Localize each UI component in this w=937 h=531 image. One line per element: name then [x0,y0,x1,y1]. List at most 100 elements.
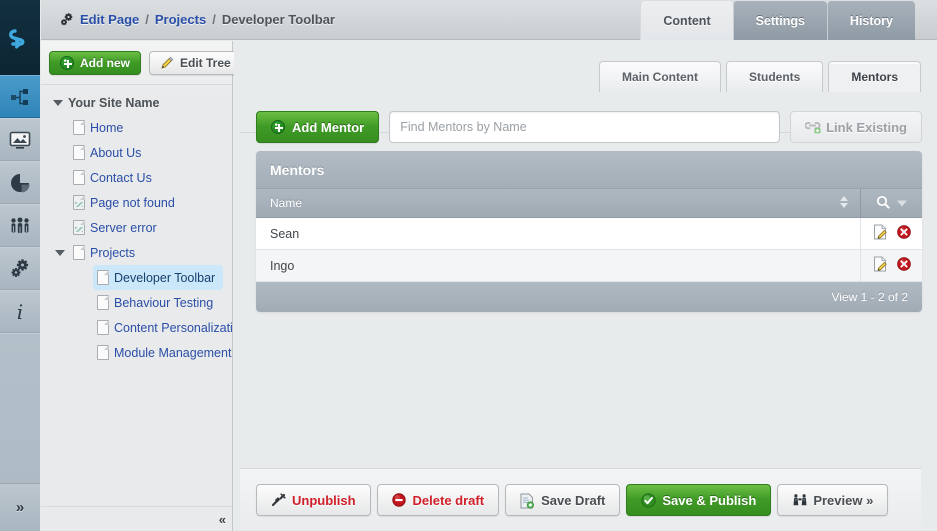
table-row[interactable]: Ingo [256,250,922,282]
find-mentors-input[interactable] [389,111,780,143]
tree-item-page-not-found[interactable]: Page not found [69,190,232,215]
unpublish-button[interactable]: Unpublish [256,484,371,516]
add-mentor-button[interactable]: Add Mentor [256,111,379,143]
chevron-down-icon[interactable] [53,100,63,106]
silverstripe-logo-glyph [7,25,33,51]
site-tree-panel: Add new Edit Tree Your Site Name [41,41,233,531]
rail-expand-button[interactable]: » [0,483,40,531]
tree-item-behaviour-testing[interactable]: Behaviour Testing [93,290,232,315]
save-draft-button[interactable]: Save Draft [505,484,620,516]
help-info-icon: i [13,301,27,323]
breadcrumb-link-edit-page[interactable]: Edit Page [80,12,139,27]
page-icon [97,295,109,310]
grid-column-name-label: Name [270,196,302,210]
sidebar-item-settings[interactable] [0,247,40,290]
tree-item-developer-toolbar[interactable]: Developer Toolbar [93,265,223,290]
grid-header-row: Name [256,189,922,218]
grid-column-name[interactable]: Name [256,189,860,217]
preview-button[interactable]: Preview » [777,484,888,516]
page-icon [73,170,85,185]
tree-item-label: Home [90,121,123,135]
chevron-down-icon[interactable] [55,250,65,256]
subtab-students[interactable]: Students [726,61,823,92]
tree-item-label: Server error [90,221,157,235]
plus-circle-icon [271,120,285,134]
link-existing-button[interactable]: Link Existing [790,111,922,143]
tree-root-label: Your Site Name [68,96,159,110]
tree-item-label: Behaviour Testing [114,296,213,310]
mentors-grid: Mentors Name [256,151,922,312]
tree-item-about-us[interactable]: About Us [69,140,232,165]
page-icon [97,345,109,360]
filter-caret-icon[interactable] [897,196,907,210]
preview-label: Preview » [813,493,873,508]
edit-tree-label: Edit Tree [180,56,231,70]
subtab-main-content[interactable]: Main Content [599,61,721,92]
breadcrumb: Edit Page / Projects / Developer Toolbar [59,0,335,39]
rail-empty-space [0,333,40,483]
edit-tree-button[interactable]: Edit Tree [149,51,242,75]
tree-item-label: Contact Us [90,171,152,185]
pages-sitetree-icon [10,87,30,107]
breadcrumb-separator: / [212,12,216,27]
tree-root-node[interactable]: Your Site Name [51,93,232,115]
tree-item-home[interactable]: Home [69,115,232,140]
main-tabs: Content Settings History [640,0,915,40]
action-bar: Unpublish Delete draft [240,468,921,531]
cell-name: Ingo [256,250,860,281]
search-icon[interactable] [876,195,890,212]
breadcrumb-current-page: Developer Toolbar [222,12,335,27]
tree-item-label: Module Management [114,346,231,360]
sidebar-item-reports[interactable] [0,161,40,204]
table-row[interactable]: Sean [256,218,922,250]
grid-title: Mentors [256,151,922,189]
sub-tabs: Main Content Students Mentors [594,61,921,92]
tree-collapse-button[interactable]: « [219,512,226,527]
tree-item-module-management[interactable]: Module Management [93,340,232,365]
save-and-publish-button[interactable]: Save & Publish [626,484,771,516]
edit-icon[interactable] [873,224,888,243]
edit-icon[interactable] [873,256,888,275]
sort-arrows-icon[interactable] [840,196,848,208]
add-new-label: Add new [80,56,130,70]
delete-icon[interactable] [897,257,911,274]
plus-circle-icon [60,56,74,70]
add-new-button[interactable]: Add new [49,51,141,75]
cell-name: Sean [256,218,860,249]
sidebar-item-help[interactable]: i [0,290,40,333]
tree-item-server-error[interactable]: Server error [69,215,232,240]
page-icon [73,145,85,160]
tab-settings[interactable]: Settings [733,1,827,40]
content-panel: Main Content Students Mentors Add Mentor [234,41,937,531]
admin-window: i » Edit Page / Projects / [0,0,937,531]
sidebar-item-files[interactable] [0,118,40,161]
tree-item-contact-us[interactable]: Contact Us [69,165,232,190]
sidebar-item-security[interactable] [0,204,40,247]
tab-content[interactable]: Content [640,1,732,40]
grid-header-actions [860,189,922,217]
tree-item-label: Developer Toolbar [114,271,215,285]
top-bar: Edit Page / Projects / Developer Toolbar… [41,0,937,40]
tree-item-label: Projects [90,246,135,260]
subtab-mentors[interactable]: Mentors [828,61,921,92]
tree-toolbar: Add new Edit Tree [41,41,232,85]
check-circle-icon [641,493,655,507]
save-draft-label: Save Draft [541,493,605,508]
delete-draft-button[interactable]: Delete draft [377,484,500,516]
delete-circle-icon [392,493,406,507]
tab-history[interactable]: History [827,1,915,40]
files-image-icon [9,131,31,149]
security-users-icon [9,217,31,235]
sidebar-item-pages[interactable] [0,75,40,118]
tree-item-content-personalization[interactable]: Content Personalizati [93,315,232,340]
tree-item-label: Content Personalizati [114,321,233,335]
binoculars-icon [792,493,806,507]
breadcrumb-link-projects[interactable]: Projects [155,12,206,27]
error-page-icon [73,195,85,210]
row-actions [860,250,922,281]
delete-icon[interactable] [897,225,911,242]
tree-item-projects[interactable]: Projects [69,240,232,265]
grid-footer: View 1 - 2 of 2 [256,282,922,312]
silverstripe-logo[interactable] [0,0,40,75]
reports-pie-icon [10,173,30,193]
